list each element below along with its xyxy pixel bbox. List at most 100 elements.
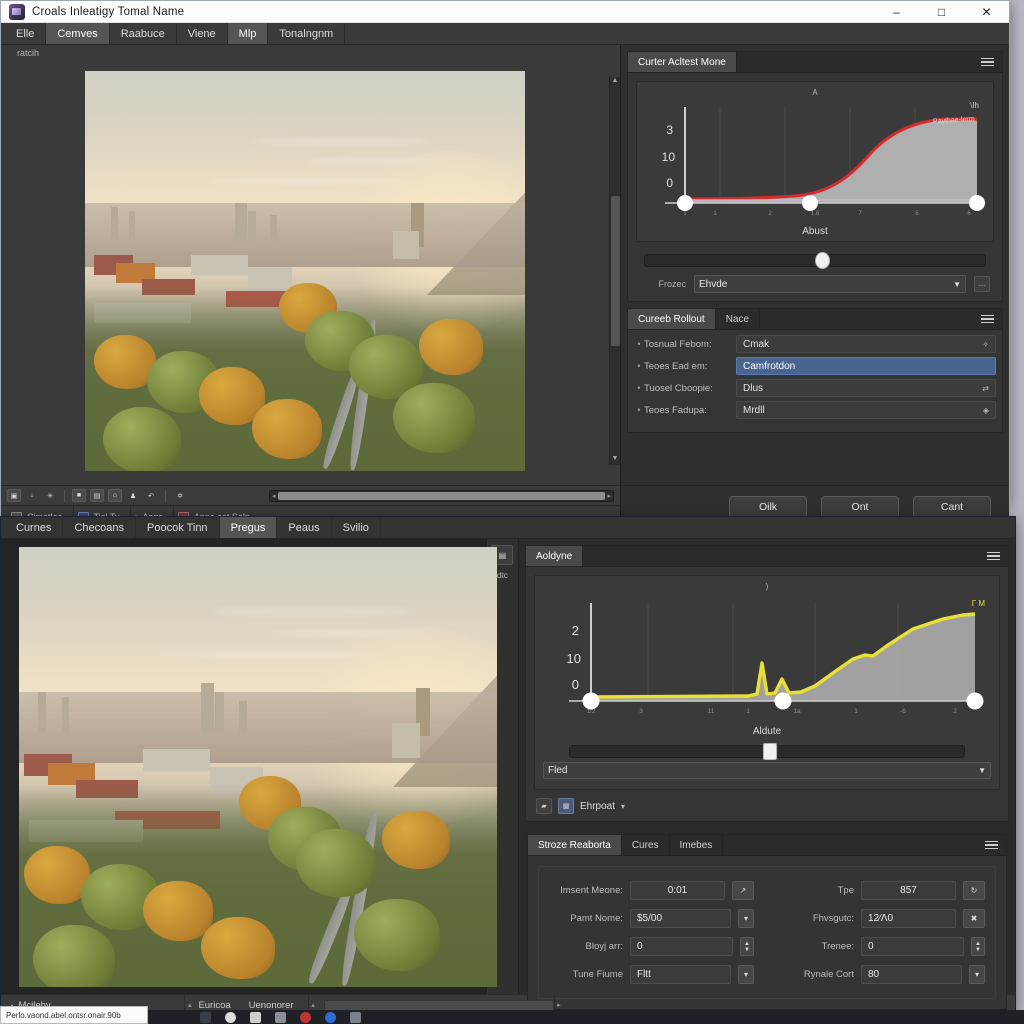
chevron-down-icon-export[interactable]: ▾ — [621, 802, 625, 811]
property-tail-icon-0[interactable]: ✧ — [982, 340, 989, 349]
property-row[interactable]: • Teoes Fadupa: Mrdll ◈ — [634, 400, 996, 420]
tab-curnes[interactable]: Curnes — [5, 517, 64, 538]
tab-peaus[interactable]: Peaus — [277, 517, 332, 538]
minimize-icon[interactable]: – — [874, 1, 919, 23]
menu-item-view[interactable]: Viene — [177, 23, 228, 44]
chevron-down-icon-mode[interactable]: ▼ — [978, 766, 986, 775]
scroll-down-icon[interactable]: ▼ — [612, 455, 619, 465]
adjust-slider-handle[interactable] — [815, 252, 830, 269]
property-tail-icon-3[interactable]: ◈ — [983, 406, 989, 415]
hamburger-icon[interactable] — [973, 52, 1002, 72]
close-icon[interactable]: ✕ — [964, 1, 1009, 23]
toolbar-icon-4[interactable]: ▤ — [90, 489, 104, 502]
hamburger-icon-form[interactable] — [977, 835, 1006, 855]
field-input-1[interactable]: 857 — [861, 881, 956, 900]
field-input-2[interactable]: $5/00 — [630, 909, 731, 928]
scroll-thumb[interactable] — [610, 196, 620, 346]
field-spinner-5[interactable]: ▲ ▼ — [971, 937, 985, 956]
property-row[interactable]: • Tosnual Febom: Cmak ✧ — [634, 334, 996, 354]
taskbar-media-icon[interactable] — [300, 1011, 311, 1023]
ok-button[interactable]: Oilk — [729, 495, 807, 518]
taskbar-browser-icon[interactable] — [225, 1011, 236, 1023]
field-input-0[interactable]: 0:01 — [630, 881, 725, 900]
property-row[interactable]: • Teoes Ead em: Camfrotdon — [634, 356, 996, 376]
tab-poocok-tinn[interactable]: Poocok Tinn — [136, 517, 220, 538]
bottom-tone-curve-chart[interactable]: ) 2 10 0 1/2 3 11 1 1a 1 -6 2 Γ M Aldute… — [534, 575, 1000, 790]
field-input-7[interactable]: 80 — [861, 965, 962, 984]
tab-checoans[interactable]: Checoans — [63, 517, 137, 538]
preview-icon[interactable]: ▩ — [558, 798, 574, 814]
taskbar-start-icon[interactable] — [200, 1011, 211, 1023]
property-row[interactable]: • Tuosel Cboopie: Dlus ⇄ — [634, 378, 996, 398]
tab-nace[interactable]: Nace — [716, 309, 761, 329]
scroll-right-icon[interactable]: ▸ — [607, 492, 611, 500]
field-button-1[interactable]: ↻ — [963, 881, 985, 900]
scroll-thumb-horizontal[interactable] — [277, 491, 606, 500]
menu-item-adjust[interactable]: Raabuce — [110, 23, 177, 44]
taskbar-blue-icon[interactable] — [325, 1011, 336, 1023]
tone-curve-svg-bottom[interactable]: 2 10 0 1/2 3 11 1 1a 1 -6 2 — [543, 593, 991, 719]
preview-image-top[interactable] — [85, 71, 525, 471]
field-input-3[interactable]: 12⁄Λ0 — [861, 909, 956, 928]
taskbar-app-icon[interactable] — [275, 1011, 286, 1023]
field-caret-7[interactable]: ▾ — [969, 965, 985, 984]
property-tail-icon-2[interactable]: ⇄ — [982, 384, 989, 393]
toolbar-icon-7[interactable]: ↶ — [144, 489, 158, 502]
adjust-slider[interactable] — [644, 252, 986, 269]
cancel-button[interactable]: Cant — [913, 495, 991, 518]
hamburger-icon-properties[interactable] — [973, 309, 1002, 329]
field-input-4[interactable]: 0 — [630, 937, 733, 956]
canvas-horizontal-scrollbar[interactable]: ◂ ▸ — [269, 489, 614, 502]
tab-curve-adjust[interactable]: Curter Acltest Mone — [628, 52, 737, 72]
tone-curve-svg-top[interactable]: 3 10 0 1 1 2 1.6 7 6 6 — [645, 99, 985, 219]
preview-image-bottom[interactable] — [19, 547, 497, 987]
bottom-adjust-slider[interactable] — [569, 743, 965, 760]
field-caret-6[interactable]: ▾ — [738, 965, 754, 984]
preset-dropdown[interactable]: Ehvde ▼ — [694, 275, 966, 293]
property-field-0[interactable]: Cmak ✧ — [736, 335, 996, 353]
tab-store-records[interactable]: Stroze Reaborta — [528, 835, 622, 855]
tab-pregus[interactable]: Pregus — [219, 517, 278, 538]
toolbar-icon-2[interactable]: ✳ — [43, 489, 57, 502]
bottom-slider-handle[interactable] — [763, 743, 778, 760]
menu-item-tonemapping[interactable]: Tonalngnm — [268, 23, 346, 44]
tab-cures[interactable]: Cures — [622, 835, 670, 855]
scroll-up-icon[interactable]: ▲ — [612, 77, 619, 87]
hamburger-icon-bottom-curve[interactable] — [979, 546, 1008, 566]
toolbar-icon-0[interactable]: ▣ — [7, 489, 21, 502]
property-field-3[interactable]: Mrdll ◈ — [736, 401, 996, 419]
maximize-icon[interactable]: □ — [919, 1, 964, 23]
top-tone-curve-chart[interactable]: A 3 10 0 1 1 2 1.6 7 6 6 \Ih Paythae-ler… — [636, 81, 994, 242]
tab-imebes[interactable]: Imebes — [670, 835, 724, 855]
toolbar-icon-5[interactable]: ⌂ — [108, 489, 122, 502]
toolbar-icon-8[interactable]: ✡ — [173, 489, 187, 502]
toolbar-icon-3[interactable]: ■ — [72, 489, 86, 502]
property-field-2[interactable]: Dlus ⇄ — [736, 379, 996, 397]
menu-item-file[interactable]: Elle — [5, 23, 47, 44]
menu-item-help[interactable]: Mlp — [227, 23, 269, 44]
menu-item-curves[interactable]: Cemves — [46, 23, 110, 44]
window-icon[interactable]: ▰ — [536, 798, 552, 814]
chevron-down-icon[interactable]: ▼ — [953, 280, 961, 289]
taskbar-extra-icon[interactable] — [350, 1011, 361, 1023]
field-input-6[interactable]: Fltt — [630, 965, 731, 984]
property-field-1[interactable]: Camfrotdon — [736, 357, 996, 375]
canvas-vertical-scrollbar[interactable]: ▲ ▼ — [609, 77, 620, 465]
tab-svilio[interactable]: Svilio — [332, 517, 381, 538]
toolbar-icon-6[interactable]: ♟ — [126, 489, 140, 502]
mode-dropdown[interactable]: Fled ▼ — [543, 762, 991, 779]
field-button-0[interactable]: ↗ — [732, 881, 754, 900]
editor-canvas[interactable] — [1, 539, 497, 994]
tab-aoldyne[interactable]: Aoldyne — [526, 546, 584, 566]
field-caret-2[interactable]: ▾ — [738, 909, 754, 928]
field-input-5[interactable]: 0 — [861, 937, 964, 956]
tab-current-rollout[interactable]: Cureeb Rollout — [628, 309, 716, 329]
preset-extra-button[interactable]: … — [974, 276, 990, 292]
toolbar-icon-1[interactable]: ↓ — [25, 489, 39, 502]
canvas-area[interactable]: ▲ ▼ — [1, 61, 620, 485]
scroll-left-icon[interactable]: ◂ — [272, 492, 276, 500]
field-button-3[interactable]: ✖ — [963, 909, 985, 928]
field-spinner-4[interactable]: ▲ ▼ — [740, 937, 754, 956]
taskbar-folder-icon[interactable] — [250, 1011, 261, 1023]
apply-button[interactable]: Ont — [821, 495, 899, 518]
